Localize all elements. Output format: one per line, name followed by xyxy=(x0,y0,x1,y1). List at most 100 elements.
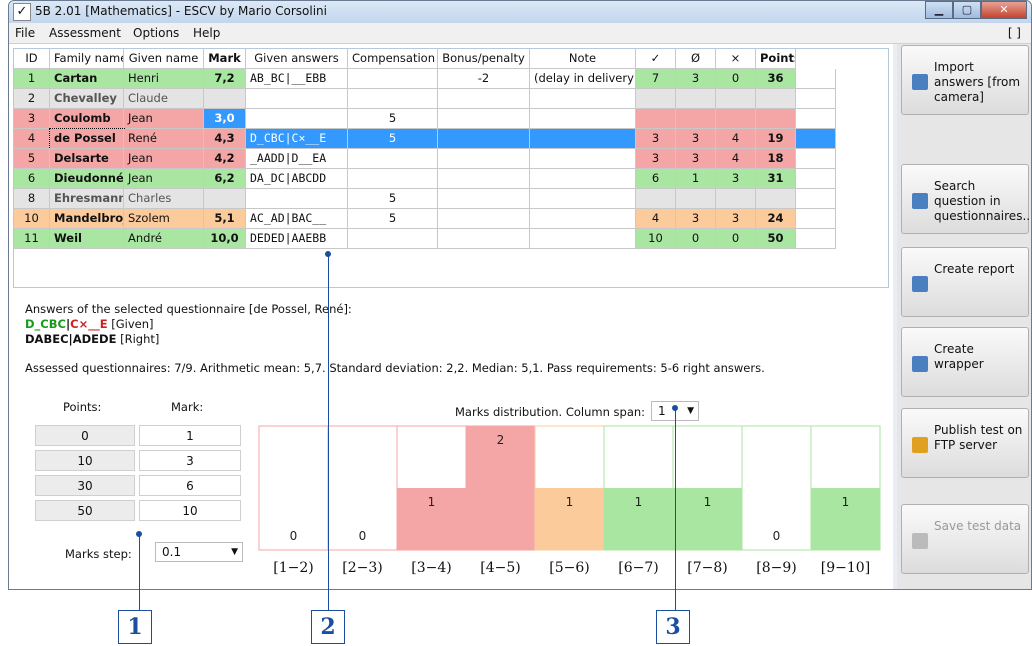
cell-note[interactable] xyxy=(530,169,636,189)
cell-given-name[interactable]: René xyxy=(124,129,204,149)
cell-given-name[interactable]: André xyxy=(124,229,204,249)
minimize-button[interactable]: ▁ xyxy=(925,1,953,19)
cell-note[interactable] xyxy=(530,149,636,169)
cell-given-answers[interactable]: DA_DC|ABCDD xyxy=(246,169,348,189)
cell-wrong-count[interactable]: 0 xyxy=(716,69,756,89)
cell-id[interactable]: 11 xyxy=(14,229,50,249)
close-button[interactable]: ✕ xyxy=(981,1,1027,19)
globe-button[interactable]: Publish test on FTP server xyxy=(901,408,1029,478)
cell-id[interactable]: 5 xyxy=(14,149,50,169)
cell-compensation[interactable]: 5 xyxy=(348,129,438,149)
cell-mark[interactable]: 10,0 xyxy=(204,229,246,249)
points-value[interactable]: 10 xyxy=(35,450,135,471)
cell-points[interactable]: 18 xyxy=(756,149,796,169)
answers-grid[interactable]: ID Family name Given name Mark Given answers… xyxy=(13,48,889,288)
cell-family-name[interactable]: Cartan xyxy=(50,69,124,89)
cell-empty-count[interactable]: 3 xyxy=(676,129,716,149)
wrapper-button[interactable]: Create wrapper xyxy=(901,327,1029,397)
table-row[interactable]: 1 Cartan Henri 7,2 AB_BC|__EBB -2 (delay in de… xyxy=(14,69,836,89)
column-header-given-answers[interactable]: Given answers xyxy=(246,49,348,69)
table-row[interactable]: 6 Dieudonné Jean 6,2 DA_DC|ABCDD 6 1 3 31 xyxy=(14,169,836,189)
menu-fullscreen[interactable]: [ ] xyxy=(1008,26,1021,40)
cell-bonus-penalty[interactable] xyxy=(438,89,530,109)
menu-help[interactable]: Help xyxy=(193,26,220,40)
cell-id[interactable]: 10 xyxy=(14,209,50,229)
table-row[interactable]: 4 de Possel René 4,3 D_CBC|C×__E 5 3 3 4 19 xyxy=(14,128,836,150)
cell-family-name[interactable]: Delsarte xyxy=(50,149,124,169)
table-row[interactable]: 10MandelbrojtSzolem5,1AC_AD|BAC__543324 xyxy=(14,209,836,229)
cell-points[interactable]: 31 xyxy=(756,169,796,189)
column-header-family-name[interactable]: Family name xyxy=(50,49,124,69)
search-button[interactable]: Search question in questionnaires... xyxy=(901,164,1031,234)
marks-step-select[interactable]: 0.1 ▼ xyxy=(155,542,243,562)
cell-empty-count[interactable]: 1 xyxy=(676,169,716,189)
cell-right-count[interactable]: 4 xyxy=(636,209,676,229)
maximize-button[interactable]: ▢ xyxy=(953,1,981,19)
save-button[interactable]: Save test data xyxy=(901,504,1029,574)
points-value[interactable]: 50 xyxy=(35,500,135,521)
cell-note[interactable] xyxy=(530,189,636,209)
cell-given-answers[interactable]: D_CBC|C×__E xyxy=(246,129,348,149)
cell-note[interactable] xyxy=(530,129,636,149)
cell-points[interactable]: 19 xyxy=(756,129,796,149)
cell-note[interactable]: (delay in delivery) xyxy=(530,69,636,89)
cell-given-answers[interactable]: _AADD|D__EA xyxy=(246,149,348,169)
cell-family-name[interactable]: Chevalley xyxy=(50,89,124,109)
table-row[interactable]: 2 Chevalley Claude xyxy=(14,89,836,109)
cell-wrong-count[interactable]: 3 xyxy=(716,209,756,229)
cell-right-count[interactable]: 7 xyxy=(636,69,676,89)
cell-bonus-penalty[interactable] xyxy=(438,129,530,149)
cell-right-count[interactable] xyxy=(636,109,676,129)
cell-wrong-count[interactable]: 0 xyxy=(716,229,756,249)
cell-id[interactable]: 4 xyxy=(14,129,50,149)
cell-id[interactable]: 2 xyxy=(14,89,50,109)
mark-value[interactable]: 6 xyxy=(139,475,241,496)
column-header-given-name[interactable]: Given name xyxy=(124,49,204,69)
cell-compensation[interactable] xyxy=(348,149,438,169)
column-header-empty-count[interactable]: Ø xyxy=(676,49,716,69)
cell-points[interactable]: 24 xyxy=(756,209,796,229)
cell-id[interactable]: 1 xyxy=(14,69,50,89)
cell-wrong-count[interactable]: 4 xyxy=(716,149,756,169)
cell-wrong-count[interactable] xyxy=(716,89,756,109)
points-value[interactable]: 0 xyxy=(35,425,135,446)
column-header-mark[interactable]: Mark xyxy=(204,49,246,69)
column-header-bonus-penalty[interactable]: Bonus/penalty xyxy=(438,49,530,69)
cell-given-answers[interactable] xyxy=(246,109,348,129)
table-row[interactable]: 11 Weil André 10,0 DEDED|AAEBB 10 0 0 50 xyxy=(14,229,836,249)
mark-value[interactable]: 3 xyxy=(139,450,241,471)
cell-right-count[interactable]: 10 xyxy=(636,229,676,249)
column-header-wrong-count[interactable]: × xyxy=(716,49,756,69)
cell-points[interactable] xyxy=(756,189,796,209)
column-header-note[interactable]: Note xyxy=(530,49,636,69)
cell-mark[interactable]: 6,2 xyxy=(204,169,246,189)
cell-given-answers[interactable]: AC_AD|BAC__ xyxy=(246,209,348,229)
cell-given-name[interactable]: Claude xyxy=(124,89,204,109)
cell-right-count[interactable] xyxy=(636,189,676,209)
cell-empty-count[interactable] xyxy=(676,89,716,109)
column-header-compensation[interactable]: Compensation xyxy=(348,49,438,69)
cell-points[interactable] xyxy=(756,109,796,129)
report-button[interactable]: Create report xyxy=(901,247,1029,317)
cell-given-name[interactable]: Jean xyxy=(124,169,204,189)
cell-family-name[interactable]: Coulomb xyxy=(50,109,124,129)
cell-wrong-count[interactable]: 4 xyxy=(716,129,756,149)
cell-compensation[interactable]: 5 xyxy=(348,209,438,229)
mark-value[interactable]: 1 xyxy=(139,425,241,446)
cell-compensation[interactable] xyxy=(348,169,438,189)
cell-bonus-penalty[interactable] xyxy=(438,169,530,189)
cell-empty-count[interactable]: 3 xyxy=(676,69,716,89)
cell-id[interactable]: 8 xyxy=(14,189,50,209)
cell-bonus-penalty[interactable] xyxy=(438,189,530,209)
cell-note[interactable] xyxy=(530,229,636,249)
cell-empty-count[interactable]: 3 xyxy=(676,149,716,169)
column-header-points[interactable]: Points xyxy=(756,49,796,69)
cell-right-count[interactable]: 3 xyxy=(636,129,676,149)
column-header-right-count[interactable]: ✓ xyxy=(636,49,676,69)
cell-wrong-count[interactable]: 3 xyxy=(716,169,756,189)
table-row[interactable]: 3 Coulomb Jean 3,0 5 xyxy=(14,109,836,129)
cell-family-name[interactable]: Ehresmann xyxy=(50,189,124,209)
cell-points[interactable] xyxy=(756,89,796,109)
cell-right-count[interactable]: 6 xyxy=(636,169,676,189)
cell-given-answers[interactable]: AB_BC|__EBB xyxy=(246,69,348,89)
